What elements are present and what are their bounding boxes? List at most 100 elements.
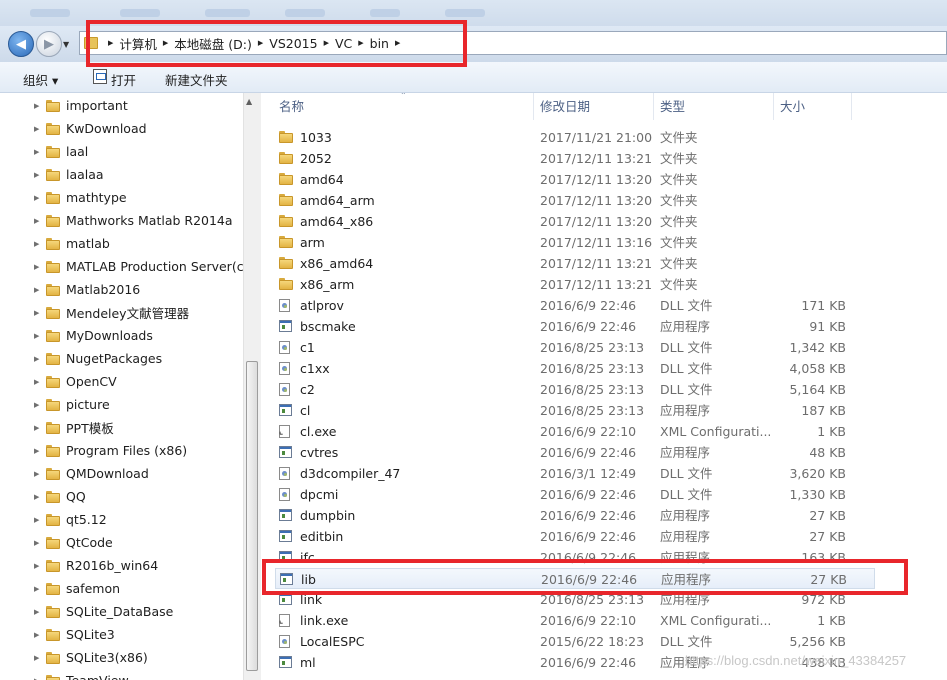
expand-arrow-icon[interactable]: ▶: [34, 424, 39, 432]
tree-item[interactable]: ▶ PPT模板: [0, 416, 243, 439]
expand-arrow-icon[interactable]: ▶: [34, 677, 39, 680]
expand-arrow-icon[interactable]: ▶: [34, 171, 39, 179]
file-row[interactable]: atlprov 2016/6/9 22:46 DLL 文件 171 KB: [275, 295, 875, 316]
file-row[interactable]: amd64 2017/12/11 13:20 文件夹: [275, 169, 875, 190]
tree-item[interactable]: ▶ Matlab2016: [0, 278, 243, 301]
column-size[interactable]: 大小: [774, 93, 852, 120]
tree-item[interactable]: ▶ laalaa: [0, 163, 243, 186]
back-button[interactable]: ◀: [8, 31, 34, 57]
recent-pages-dropdown-icon[interactable]: ▼: [63, 40, 69, 49]
file-row[interactable]: editbin 2016/6/9 22:46 应用程序 27 KB: [275, 526, 875, 547]
expand-arrow-icon[interactable]: ▶: [34, 286, 39, 294]
column-date[interactable]: 修改日期: [534, 93, 654, 120]
expand-arrow-icon[interactable]: ▶: [34, 355, 39, 363]
tree-item[interactable]: ▶ OpenCV: [0, 370, 243, 393]
file-row[interactable]: c2 2016/8/25 23:13 DLL 文件 5,164 KB: [275, 379, 875, 400]
expand-arrow-icon[interactable]: ▶: [34, 470, 39, 478]
app-icon: [279, 404, 292, 416]
tree-item[interactable]: ▶ QMDownload: [0, 462, 243, 485]
folder-icon: [46, 536, 60, 549]
expand-arrow-icon[interactable]: ▶: [34, 125, 39, 133]
file-row[interactable]: amd64_x86 2017/12/11 13:20 文件夹: [275, 211, 875, 232]
expand-arrow-icon[interactable]: ▶: [34, 447, 39, 455]
file-row[interactable]: cvtres 2016/6/9 22:46 应用程序 48 KB: [275, 442, 875, 463]
open-button[interactable]: 打开: [111, 70, 136, 89]
expand-arrow-icon[interactable]: ▶: [34, 148, 39, 156]
file-row[interactable]: amd64_arm 2017/12/11 13:20 文件夹: [275, 190, 875, 211]
expand-arrow-icon[interactable]: ▶: [34, 562, 39, 570]
tree-item[interactable]: ▶ QtCode: [0, 531, 243, 554]
tree-item[interactable]: ▶ KwDownload: [0, 117, 243, 140]
tree-item[interactable]: ▶ TeamView: [0, 669, 243, 680]
file-row[interactable]: cl 2016/8/25 23:13 应用程序 187 KB: [275, 400, 875, 421]
file-row[interactable]: arm 2017/12/11 13:16 文件夹: [275, 232, 875, 253]
expand-arrow-icon[interactable]: ▶: [34, 378, 39, 386]
folder-icon: [46, 582, 60, 595]
expand-arrow-icon[interactable]: ▶: [34, 217, 39, 225]
file-row[interactable]: x86_amd64 2017/12/11 13:21 文件夹: [275, 253, 875, 274]
tree-item[interactable]: ▶ picture: [0, 393, 243, 416]
file-row[interactable]: 2052 2017/12/11 13:21 文件夹: [275, 148, 875, 169]
file-row[interactable]: x86_arm 2017/12/11 13:21 文件夹: [275, 274, 875, 295]
tree-item[interactable]: ▶ MyDownloads: [0, 324, 243, 347]
tree-item[interactable]: ▶ NugetPackages: [0, 347, 243, 370]
tree-item-label: SQLite3(x86): [66, 650, 148, 665]
file-row[interactable]: LocalESPC 2015/6/22 18:23 DLL 文件 5,256 KB: [275, 631, 875, 652]
file-modified-date: 2017/12/11 13:16: [540, 235, 653, 250]
expand-arrow-icon[interactable]: ▶: [34, 401, 39, 409]
tree-item[interactable]: ▶ Mendeley文献管理器: [0, 301, 243, 324]
expand-arrow-icon[interactable]: ▶: [34, 608, 39, 616]
file-name: amd64_x86: [300, 214, 374, 229]
file-row[interactable]: c1 2016/8/25 23:13 DLL 文件 1,342 KB: [275, 337, 875, 358]
file-row[interactable]: c1xx 2016/8/25 23:13 DLL 文件 4,058 KB: [275, 358, 875, 379]
expand-arrow-icon[interactable]: ▶: [34, 102, 39, 110]
tree-item[interactable]: ▶ important: [0, 94, 243, 117]
folder-icon: [279, 236, 293, 248]
expand-arrow-icon[interactable]: ▶: [34, 654, 39, 662]
expand-arrow-icon[interactable]: ▶: [34, 516, 39, 524]
tree-item[interactable]: ▶ Mathworks Matlab R2014a: [0, 209, 243, 232]
tree-item[interactable]: ▶ safemon: [0, 577, 243, 600]
expand-arrow-icon[interactable]: ▶: [34, 493, 39, 501]
tree-item[interactable]: ▶ R2016b_win64: [0, 554, 243, 577]
expand-arrow-icon[interactable]: ▶: [34, 332, 39, 340]
scroll-up-icon[interactable]: ▲: [246, 97, 252, 106]
tree-item[interactable]: ▶ QQ: [0, 485, 243, 508]
expand-arrow-icon[interactable]: ▶: [34, 309, 39, 317]
organize-button[interactable]: 组织 ▾: [23, 70, 58, 89]
tree-item[interactable]: ▶ MATLAB Production Server(cra: [0, 255, 243, 278]
tree-item[interactable]: ▶ laal: [0, 140, 243, 163]
navigation-tree: ▶ important ▶ KwDownload ▶ laal ▶ laalaa ▶ mathty…: [0, 93, 243, 680]
tree-item[interactable]: ▶ SQLite3(x86): [0, 646, 243, 669]
file-name: editbin: [300, 529, 344, 544]
expand-arrow-icon[interactable]: ▶: [34, 585, 39, 593]
tree-item[interactable]: ▶ SQLite3: [0, 623, 243, 646]
tree-item[interactable]: ▶ qt5.12: [0, 508, 243, 531]
tree-item-label: Mathworks Matlab R2014a: [66, 213, 233, 228]
scrollbar-thumb[interactable]: [246, 361, 258, 671]
expand-arrow-icon[interactable]: ▶: [34, 240, 39, 248]
expand-arrow-icon[interactable]: ▶: [34, 263, 39, 271]
file-row[interactable]: dumpbin 2016/6/9 22:46 应用程序 27 KB: [275, 505, 875, 526]
new-folder-button[interactable]: 新建文件夹: [165, 70, 228, 89]
tree-item[interactable]: ▶ mathtype: [0, 186, 243, 209]
file-modified-date: 2016/6/9 22:10: [540, 613, 637, 628]
file-row[interactable]: d3dcompiler_47 2016/3/1 12:49 DLL 文件 3,620 …: [275, 463, 875, 484]
file-row[interactable]: cl.exe 2016/6/9 22:10 XML Configurati... 1 …: [275, 421, 875, 442]
file-row[interactable]: dpcmi 2016/6/9 22:46 DLL 文件 1,330 KB: [275, 484, 875, 505]
column-type[interactable]: 类型: [654, 93, 774, 120]
expand-arrow-icon[interactable]: ▶: [34, 631, 39, 639]
tree-item[interactable]: ▶ Program Files (x86): [0, 439, 243, 462]
open-icon[interactable]: [93, 69, 107, 84]
file-row[interactable]: bscmake 2016/6/9 22:46 应用程序 91 KB: [275, 316, 875, 337]
tree-item[interactable]: ▶ matlab: [0, 232, 243, 255]
expand-arrow-icon[interactable]: ▶: [34, 194, 39, 202]
expand-arrow-icon[interactable]: ▶: [34, 539, 39, 547]
tree-item[interactable]: ▶ SQLite_DataBase: [0, 600, 243, 623]
forward-button[interactable]: ▶: [36, 31, 62, 57]
tree-item-label: TeamView: [66, 673, 129, 680]
file-row[interactable]: 1033 2017/11/21 21:00 文件夹: [275, 127, 875, 148]
file-row[interactable]: link.exe 2016/6/9 22:10 XML Configurati...…: [275, 610, 875, 631]
file-name: cvtres: [300, 445, 339, 460]
tree-scrollbar[interactable]: ▲: [243, 93, 261, 680]
